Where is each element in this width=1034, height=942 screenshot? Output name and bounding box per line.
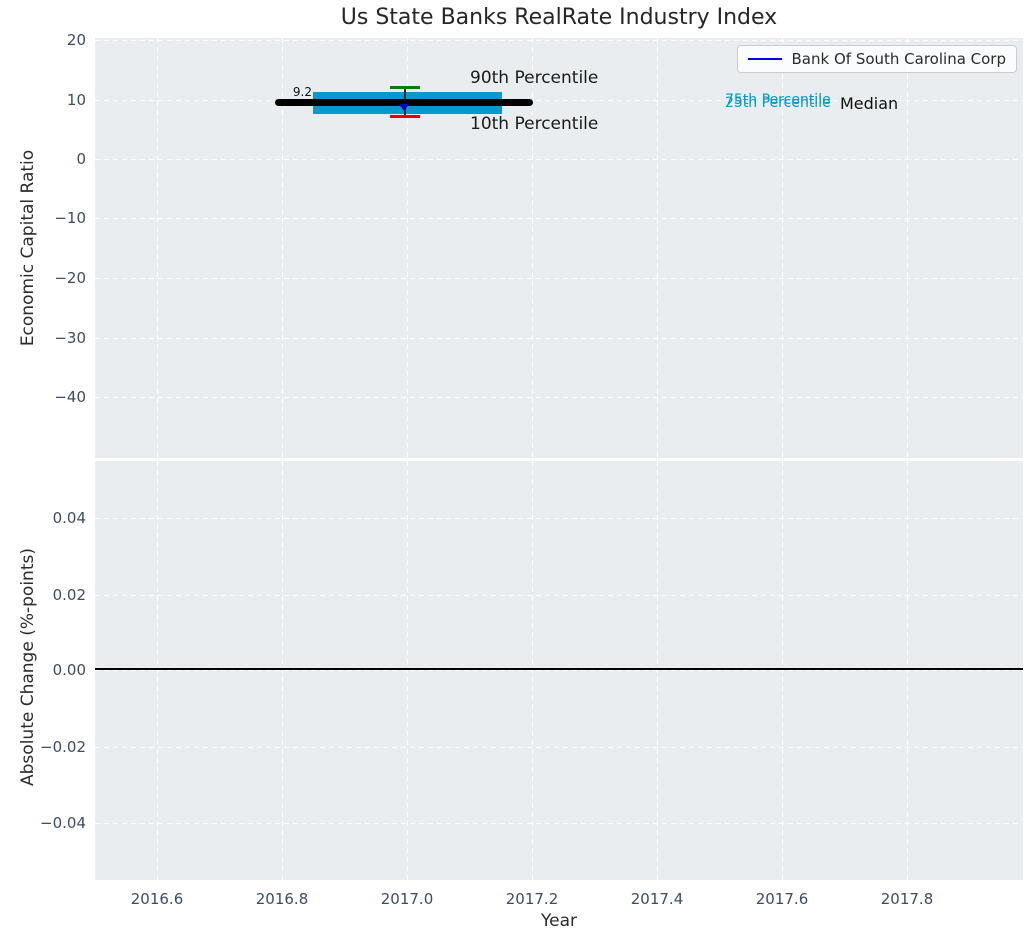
legend-label: Bank Of South Carolina Corp: [791, 50, 1006, 68]
p25-annotation: 25th Percentile: [725, 95, 831, 111]
gridline-h: [95, 159, 1023, 161]
xtick: 2016.6: [130, 890, 184, 908]
gridline-h: [95, 595, 1023, 597]
gridline-h: [95, 518, 1023, 520]
ytick-top: −40: [54, 388, 86, 406]
gridline-h: [95, 278, 1023, 280]
xtick: 2017.2: [505, 890, 559, 908]
gridline-h: [95, 40, 1023, 42]
ytick-top: 20: [66, 31, 86, 49]
p10-annotation: 10th Percentile: [470, 114, 599, 134]
legend: Bank Of South Carolina Corp: [736, 45, 1017, 73]
legend-line-sample-icon: [747, 57, 782, 61]
ytick-bottom: −0.04: [40, 814, 86, 832]
bottom-plot-area: [95, 461, 1023, 880]
x-axis-label: Year: [541, 911, 577, 931]
xtick: 2017.0: [380, 890, 434, 908]
xtick: 2016.8: [255, 890, 309, 908]
gridline-h: [95, 218, 1023, 220]
gridline-h: [95, 747, 1023, 749]
gridline-h: [95, 670, 1023, 672]
p90-errorbar-cap: [390, 86, 420, 89]
zero-reference-line: [95, 668, 1023, 670]
xtick: 2017.4: [630, 890, 684, 908]
chart-title: Us State Banks RealRate Industry Index: [340, 5, 778, 30]
top-plot-area: 9.2 90th Percentile 10th Percentile 75th…: [95, 38, 1023, 458]
p10-errorbar-cap: [390, 115, 420, 118]
bottom-y-axis-label: Absolute Change (%-points): [18, 548, 38, 786]
ytick-top: 10: [66, 91, 86, 109]
gridline-h: [95, 338, 1023, 340]
xtick: 2017.6: [755, 890, 809, 908]
gridline-h: [95, 397, 1023, 399]
value-annotation: 9.2: [292, 85, 312, 99]
figure: Us State Banks RealRate Industry Index 9…: [0, 0, 1034, 942]
p90-annotation: 90th Percentile: [470, 68, 599, 88]
top-y-axis-label: Economic Capital Ratio: [18, 149, 38, 347]
median-annotation: Median: [840, 94, 899, 113]
gridline-h: [95, 823, 1023, 825]
company-marker-icon: [399, 104, 409, 111]
xtick: 2017.8: [880, 890, 934, 908]
ytick-bottom: 0.04: [52, 509, 86, 527]
